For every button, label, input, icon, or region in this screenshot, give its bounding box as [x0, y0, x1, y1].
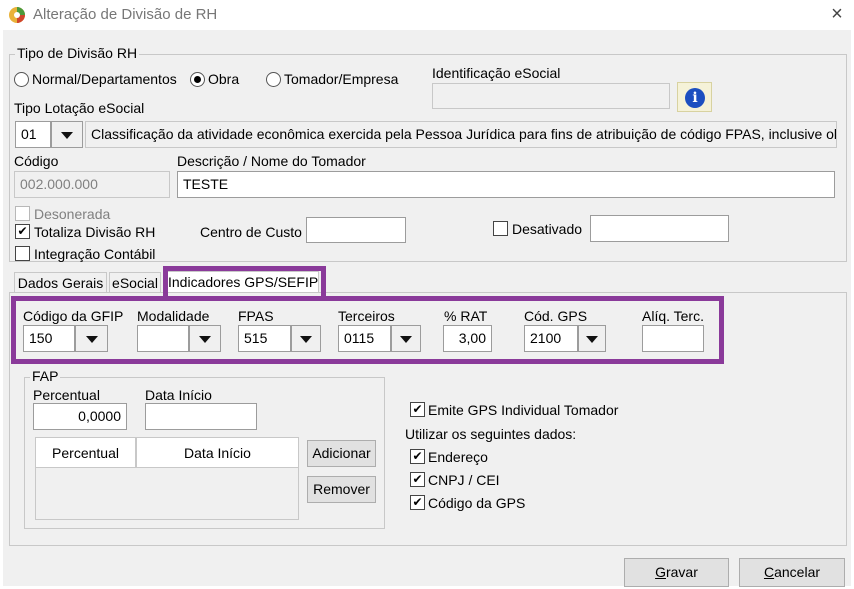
cod-gps-field[interactable]: 2100 [524, 325, 578, 352]
cancelar-button[interactable]: Cancelar [739, 558, 845, 587]
totaliza-label: Totaliza Divisão RH [34, 224, 156, 240]
window-title: Alteração de Divisão de RH [33, 6, 218, 23]
codigo-gfip-field[interactable]: 150 [23, 325, 75, 352]
rat-field[interactable]: 3,00 [443, 325, 492, 352]
radio-normal-label: Normal/Departamentos [32, 71, 177, 87]
codigo-gfip-dropdown[interactable] [75, 325, 108, 352]
fap-legend: FAP [30, 368, 61, 384]
identificacao-esocial-field[interactable] [432, 83, 670, 109]
gravar-button[interactable]: Gravar [624, 558, 729, 587]
radio-obra[interactable] [190, 72, 205, 87]
radio-normal-departamentos[interactable] [14, 72, 29, 87]
gravar-label: ravar [665, 564, 698, 580]
desonerada-label: Desonerada [34, 206, 111, 222]
tab-esocial[interactable]: eSocial [109, 272, 161, 293]
tipo-divisao-legend: Tipo de Divisão RH [15, 45, 140, 61]
info-button[interactable]: i [677, 82, 712, 112]
tab-highlight [163, 266, 326, 296]
fap-percentual-label: Percentual [33, 387, 100, 403]
terceiros-label: Terceiros [338, 308, 395, 324]
fap-percentual-field[interactable]: 0,0000 [33, 403, 127, 430]
tipo-lotacao-description: Classificação da atividade econômica exe… [85, 121, 837, 148]
radio-obra-label: Obra [208, 71, 240, 87]
radio-tomador-label: Tomador/Empresa [284, 71, 399, 87]
codigo-label: Código [14, 153, 59, 169]
descricao-field[interactable]: TESTE [177, 171, 835, 198]
fpas-dropdown[interactable] [291, 325, 321, 352]
centro-custo-label: Centro de Custo [200, 224, 302, 240]
remover-button[interactable]: Remover [307, 476, 376, 503]
endereco-label: Endereço [428, 449, 488, 465]
cnpj-label: CNPJ / CEI [428, 472, 500, 488]
modalidade-dropdown[interactable] [189, 325, 221, 352]
adicionar-button[interactable]: Adicionar [307, 440, 376, 467]
tipo-lotacao-label: Tipo Lotação eSocial [14, 100, 145, 116]
tab-dados-gerais[interactable]: Dados Gerais [14, 272, 107, 293]
cod-gps-label: Cód. GPS [524, 308, 588, 324]
utilizar-label: Utilizar os seguintes dados: [405, 426, 577, 442]
desonerada-checkbox[interactable] [15, 206, 30, 221]
fap-data-inicio-label: Data Início [145, 387, 212, 403]
radio-tomador-empresa[interactable] [266, 72, 281, 87]
close-icon[interactable]: × [826, 3, 848, 25]
app-icon [8, 6, 26, 24]
terceiros-field[interactable]: 0115 [338, 325, 391, 352]
codigo-gfip-label: Código da GFIP [23, 308, 124, 324]
integracao-label: Integração Contábil [34, 246, 156, 262]
tipo-lotacao-code[interactable]: 01 [15, 121, 51, 148]
modalidade-field[interactable] [137, 325, 189, 352]
cancelar-label: ancelar [774, 564, 821, 580]
emite-gps-label: Emite GPS Individual Tomador [428, 402, 619, 418]
aliq-terc-label: Alíq. Terc. [642, 308, 704, 324]
emite-gps-checkbox[interactable]: ✔ [410, 402, 425, 417]
fpas-label: FPAS [238, 308, 274, 324]
fap-data-inicio-field[interactable] [145, 403, 257, 430]
desativado-field[interactable] [590, 215, 729, 242]
terceiros-dropdown[interactable] [391, 325, 421, 352]
info-icon: i [685, 88, 705, 108]
modalidade-label: Modalidade [137, 308, 210, 324]
cancelar-accel: C [763, 564, 775, 580]
rat-label: % RAT [444, 308, 488, 324]
codigo-gps-checkbox[interactable]: ✔ [410, 495, 425, 510]
endereco-checkbox[interactable]: ✔ [410, 449, 425, 464]
centro-custo-field[interactable] [306, 217, 406, 243]
fap-grid-header-percentual[interactable]: Percentual [35, 437, 136, 468]
integracao-checkbox[interactable] [15, 246, 30, 261]
desativado-label: Desativado [512, 221, 583, 237]
fpas-field[interactable]: 515 [238, 325, 291, 352]
desativado-checkbox[interactable] [493, 221, 508, 236]
identificacao-esocial-label: Identificação eSocial [432, 65, 561, 81]
cnpj-checkbox[interactable]: ✔ [410, 472, 425, 487]
totaliza-checkbox[interactable]: ✔ [15, 224, 30, 239]
codigo-field: 002.000.000 [14, 171, 170, 198]
cod-gps-dropdown[interactable] [578, 325, 606, 352]
descricao-label: Descrição / Nome do Tomador [177, 153, 366, 169]
aliq-terc-field[interactable] [642, 325, 704, 352]
tipo-lotacao-dropdown[interactable] [51, 121, 83, 148]
fap-grid-header-data-inicio[interactable]: Data Início [136, 437, 299, 468]
codigo-gps-label: Código da GPS [428, 495, 526, 511]
gravar-accel: G [655, 564, 666, 580]
